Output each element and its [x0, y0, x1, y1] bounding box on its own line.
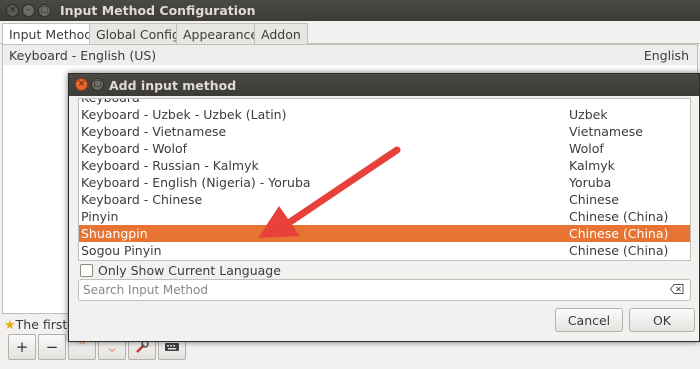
tab-bar: Input Method Global Config Appearance Ad…	[0, 21, 700, 45]
row-language: Kalmyk	[569, 158, 615, 173]
row-name: Keyboard - Chinese	[81, 192, 203, 207]
clear-search-icon[interactable]	[669, 284, 684, 296]
add-button[interactable]: +	[8, 334, 36, 360]
input-method-language: English	[643, 48, 689, 63]
clipped-row-name: Keyboard	[81, 99, 140, 105]
row-language: Chinese (China)	[569, 226, 669, 241]
list-item[interactable]: Keyboard - Chinese Chinese	[79, 191, 690, 208]
available-input-methods-list[interactable]: Keyboard Keyboard - Uzbek - Uzbek (Latin…	[78, 98, 691, 261]
minus-icon: −	[45, 338, 59, 356]
list-item[interactable]: Keyboard - Wolof Wolof	[79, 140, 690, 157]
remove-button[interactable]: −	[38, 334, 66, 360]
hint-text: The first	[15, 317, 68, 332]
list-item[interactable]: Pinyin Chinese (China)	[79, 208, 690, 225]
row-name: Keyboard - Wolof	[81, 141, 188, 156]
dialog-title: Add input method	[109, 78, 237, 93]
hint-line: ★The first	[4, 317, 67, 333]
list-item[interactable]: Sogou Pinyin Chinese (China)	[79, 242, 690, 259]
list-item[interactable]: Keyboard - Uzbek - Uzbek (Latin) Uzbek	[79, 106, 690, 123]
row-language: Yoruba	[569, 175, 612, 190]
list-item[interactable]: Keyboard - Vietnamese Vietnamese	[79, 123, 690, 140]
row-language: Wolof	[569, 141, 604, 156]
tab-appearance[interactable]: Appearance	[176, 23, 266, 44]
search-input[interactable]	[83, 282, 653, 298]
window-title: Input Method Configuration	[60, 3, 256, 18]
row-language: Vietnamese	[569, 124, 643, 139]
star-icon: ★	[4, 318, 16, 333]
keyboard-icon	[165, 343, 179, 351]
only-current-language-option[interactable]: Only Show Current Language	[80, 261, 281, 279]
tab-input-method[interactable]: Input Method	[2, 23, 100, 45]
add-input-method-dialog: × □ Add input method Keyboard Keyboard -…	[68, 73, 700, 342]
selected-list-item[interactable]: Shuangpin Chinese (China)	[79, 225, 690, 242]
tab-addon[interactable]: Addon	[254, 23, 308, 44]
plus-icon: +	[15, 338, 29, 356]
dialog-close-icon[interactable]: ×	[75, 78, 88, 91]
dialog-titlebar: × □ Add input method	[69, 74, 699, 96]
ok-button[interactable]: OK	[629, 308, 695, 332]
row-name: Keyboard - English (Nigeria) - Yoruba	[81, 175, 311, 190]
row-name: Keyboard - Russian - Kalmyk	[81, 158, 259, 173]
list-item[interactable]: Keyboard	[79, 99, 690, 106]
row-name: Sogou Pinyin	[81, 243, 162, 258]
list-item[interactable]: Keyboard - English (US) English	[3, 45, 697, 65]
dialog-maximize-icon[interactable]: □	[91, 78, 104, 91]
maximize-icon[interactable]: □	[38, 4, 51, 17]
list-item[interactable]: Keyboard - Russian - Kalmyk Kalmyk	[79, 157, 690, 174]
only-current-language-checkbox[interactable]	[80, 263, 93, 277]
minimize-icon[interactable]: –	[22, 4, 35, 17]
row-language: Chinese (China)	[569, 209, 669, 224]
list-item[interactable]: Keyboard - English (Nigeria) - Yoruba Yo…	[79, 174, 690, 191]
input-method-name: Keyboard - English (US)	[9, 48, 157, 63]
row-language: Chinese	[569, 192, 619, 207]
search-box[interactable]	[78, 279, 691, 301]
main-titlebar: × – □ Input Method Configuration	[0, 0, 700, 21]
row-name: Keyboard - Vietnamese	[81, 124, 227, 139]
tab-global-config[interactable]: Global Config	[89, 23, 187, 44]
row-name: Keyboard - Uzbek - Uzbek (Latin)	[81, 107, 287, 122]
only-current-language-label: Only Show Current Language	[98, 262, 281, 278]
close-icon[interactable]: ×	[6, 4, 19, 17]
row-language: Chinese (China)	[569, 243, 669, 258]
row-name: Pinyin	[81, 209, 119, 224]
row-language: Uzbek	[569, 107, 608, 122]
cancel-button[interactable]: Cancel	[555, 308, 623, 332]
row-name: Shuangpin	[81, 226, 148, 241]
